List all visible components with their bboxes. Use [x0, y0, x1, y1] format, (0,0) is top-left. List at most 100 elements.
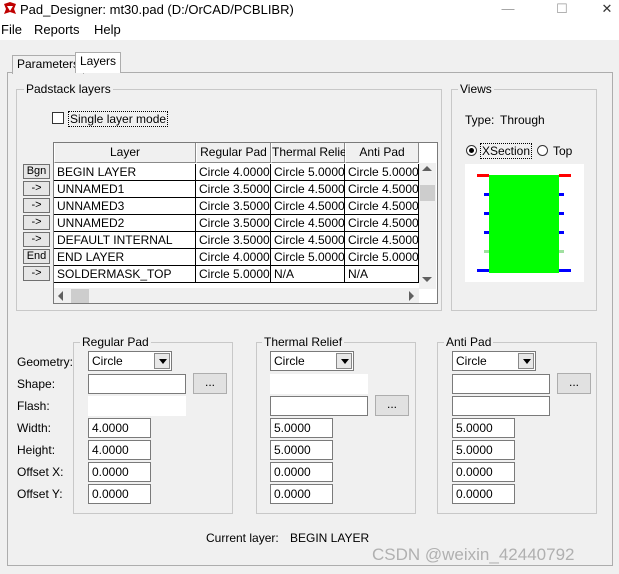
thermal-relief-flash-browse-button[interactable]: ... — [375, 395, 409, 416]
grid-cell[interactable]: UNNAMED2 — [54, 215, 196, 232]
anti-pad-shape-browse-button[interactable]: ... — [557, 373, 591, 394]
anti-pad-shape-field[interactable] — [452, 374, 550, 394]
grid-cell[interactable]: Circle 4.5000 — [271, 181, 345, 198]
close-button[interactable]: ✕ — [584, 0, 619, 20]
thermal-relief-shape-field[interactable] — [270, 374, 368, 394]
scroll-left-arrow-icon[interactable] — [58, 291, 63, 301]
top-label[interactable]: Top — [553, 144, 572, 158]
anti-pad-geometry-select[interactable]: Circle — [452, 351, 536, 371]
anti-pad-offset-x-field[interactable]: 0.0000 — [452, 462, 515, 482]
column-header-layer[interactable]: Layer — [54, 143, 196, 163]
drill-body — [489, 175, 559, 273]
thermal-relief-geometry-select[interactable]: Circle — [270, 351, 354, 371]
scroll-up-arrow-icon[interactable] — [422, 166, 432, 171]
grid-cell[interactable]: Circle 4.0000 — [196, 249, 271, 266]
view-type-value: Through — [500, 113, 545, 127]
grid-cell[interactable]: UNNAMED3 — [54, 198, 196, 215]
grid-cell[interactable]: Circle 3.5000 — [196, 198, 271, 215]
scroll-down-arrow-icon[interactable] — [422, 277, 432, 282]
width-label: Width: — [17, 421, 52, 435]
app-icon — [4, 2, 16, 14]
padstack-layers-grid[interactable]: Layer Regular Pad Thermal Relief Anti Pa… — [53, 142, 438, 304]
anti-pad-height-field[interactable]: 5.0000 — [452, 440, 515, 460]
tab-layers[interactable]: Layers — [75, 52, 122, 73]
thermal-relief-offset-y-field[interactable]: 0.0000 — [270, 484, 333, 504]
current-layer-label: Current layer: — [206, 531, 279, 545]
top-radio[interactable] — [537, 145, 548, 156]
bottom-pad-left — [477, 269, 489, 272]
scroll-right-arrow-icon[interactable] — [409, 291, 414, 301]
xsection-label[interactable]: XSection — [480, 143, 533, 159]
menu-help[interactable]: Help — [94, 22, 121, 37]
grid-cell[interactable]: Circle 4.5000 — [345, 181, 419, 198]
thermal-relief-width-field[interactable]: 5.0000 — [270, 418, 333, 438]
grid-cell[interactable]: END LAYER — [54, 249, 196, 266]
grid-cell[interactable]: Circle 5.0000 — [271, 164, 345, 181]
regular-pad-shape-field[interactable] — [88, 374, 186, 394]
grid-cell[interactable]: UNNAMED1 — [54, 181, 196, 198]
vertical-scroll-thumb[interactable] — [420, 185, 435, 201]
grid-cell[interactable]: Circle 4.5000 — [271, 232, 345, 249]
thermal-relief-height-field[interactable]: 5.0000 — [270, 440, 333, 460]
minimize-button[interactable]: — — [485, 0, 531, 20]
shape-label: Shape: — [17, 377, 56, 391]
grid-cell[interactable]: Circle 5.0000 — [196, 266, 271, 283]
geometry-label: Geometry: — [17, 355, 74, 369]
row-select-button[interactable]: -> — [23, 215, 50, 230]
anti-pad-flash-field[interactable] — [452, 396, 550, 416]
regular-pad-offset-y-field[interactable]: 0.0000 — [88, 484, 151, 504]
menu-file[interactable]: File — [1, 22, 22, 37]
regular-pad-shape-browse-button[interactable]: ... — [193, 373, 227, 394]
grid-cell[interactable]: Circle 4.0000 — [196, 164, 271, 181]
xsection-radio[interactable] — [466, 145, 477, 156]
grid-cell[interactable]: N/A — [271, 266, 345, 283]
tab-parameters[interactable]: Parameters — [12, 55, 85, 74]
grid-cell[interactable]: SOLDERMASK_TOP — [54, 266, 196, 283]
grid-cell[interactable]: Circle 5.0000 — [345, 164, 419, 181]
anti-pad-offset-y-field[interactable]: 0.0000 — [452, 484, 515, 504]
row-select-button[interactable]: -> — [23, 181, 50, 196]
anti-pad-width-field[interactable]: 5.0000 — [452, 418, 515, 438]
column-header-thermal-relief[interactable]: Thermal Relief — [271, 143, 350, 163]
chevron-down-icon — [154, 353, 170, 369]
row-select-button[interactable]: Bgn — [23, 164, 50, 179]
grid-cell[interactable]: Circle 3.5000 — [196, 232, 271, 249]
column-header-anti-pad[interactable]: Anti Pad — [345, 143, 419, 163]
maximize-button[interactable]: ☐ — [539, 0, 585, 20]
horizontal-scroll-thumb[interactable] — [71, 289, 89, 303]
row-select-button[interactable]: -> — [23, 198, 50, 213]
grid-cell[interactable]: Circle 3.5000 — [196, 215, 271, 232]
height-label: Height: — [17, 443, 56, 457]
grid-cell[interactable]: Circle 4.5000 — [345, 215, 419, 232]
grid-cell[interactable]: DEFAULT INTERNAL — [54, 232, 196, 249]
grid-cell[interactable]: Circle 5.0000 — [345, 249, 419, 266]
grid-cell[interactable]: Circle 4.5000 — [271, 215, 345, 232]
grid-cell[interactable]: Circle 3.5000 — [196, 181, 271, 198]
thermal-relief-flash-field[interactable] — [270, 396, 368, 416]
grid-cell[interactable]: Circle 4.5000 — [271, 198, 345, 215]
single-layer-mode-checkbox[interactable] — [52, 112, 64, 124]
regular-pad-offset-x-field[interactable]: 0.0000 — [88, 462, 151, 482]
menu-bar: File Reports Help — [0, 20, 619, 40]
row-select-button[interactable]: End — [23, 249, 50, 264]
regular-pad-height-field[interactable]: 4.0000 — [88, 440, 151, 460]
row-select-button[interactable]: -> — [23, 232, 50, 247]
padstack-preview — [465, 164, 584, 282]
regular-pad-flash-field[interactable] — [88, 396, 186, 416]
grid-cell[interactable]: N/A — [345, 266, 419, 283]
regular-pad-geometry-select[interactable]: Circle — [88, 351, 172, 371]
grid-cell[interactable]: Circle 4.5000 — [345, 198, 419, 215]
thermal-relief-offset-x-field[interactable]: 0.0000 — [270, 462, 333, 482]
grid-horizontal-scrollbar[interactable] — [54, 288, 419, 303]
grid-cell[interactable]: Circle 5.0000 — [271, 249, 345, 266]
single-layer-mode-label[interactable]: Single layer mode — [68, 111, 169, 127]
menu-reports[interactable]: Reports — [34, 22, 80, 37]
grid-cell[interactable]: Circle 4.5000 — [345, 232, 419, 249]
regular-pad-width-field[interactable]: 4.0000 — [88, 418, 151, 438]
watermark-text: CSDN @weixin_42440792 — [372, 545, 575, 564]
views-legend: Views — [458, 82, 494, 96]
grid-cell[interactable]: BEGIN LAYER — [54, 164, 196, 181]
grid-vertical-scrollbar[interactable] — [419, 163, 436, 289]
row-select-button[interactable]: -> — [23, 266, 50, 281]
column-header-regular-pad[interactable]: Regular Pad — [196, 143, 271, 163]
